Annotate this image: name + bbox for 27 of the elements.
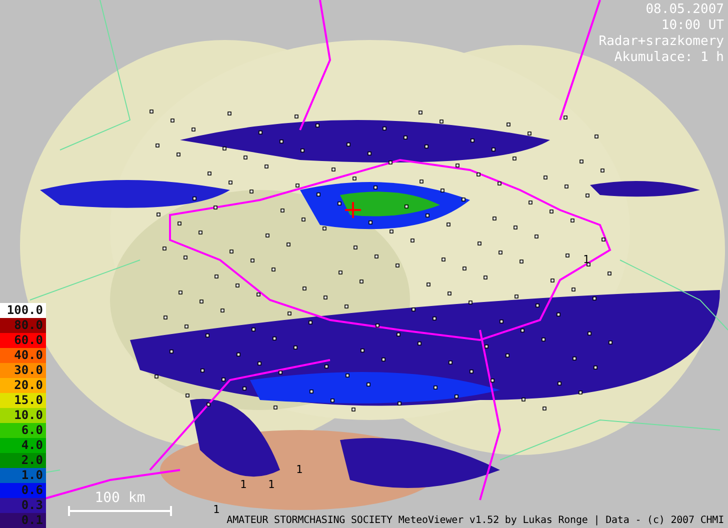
- legend-swatch: 6.0: [0, 423, 46, 438]
- legend-swatch: 10.0: [0, 408, 46, 423]
- legend-swatch: 0.6: [0, 483, 46, 498]
- legend-swatch: 0.1: [0, 513, 46, 528]
- legend-swatch: 0.3: [0, 498, 46, 513]
- footer-credit: AMATEUR STORMCHASING SOCIETY MeteoViewer v1.52 by Lukas Ronge | Data - (c) 2007 CHMI: [226, 515, 724, 526]
- gauge-value: 1: [583, 253, 590, 266]
- date-label: 08.05.2007: [646, 2, 724, 18]
- legend-swatch: 100.0: [0, 303, 46, 318]
- time-label: 10:00 UT: [661, 18, 724, 34]
- scale-label: 100 km: [94, 490, 146, 506]
- scale-bar-icon: [68, 506, 172, 516]
- gauge-value: 1: [240, 478, 247, 491]
- legend-swatch: 40.0: [0, 348, 46, 363]
- legend-swatch: 80.0: [0, 318, 46, 333]
- legend-swatch: 30.0: [0, 363, 46, 378]
- gauge-value: 1: [268, 478, 275, 491]
- legend-swatch: 2.0: [0, 453, 46, 468]
- legend-swatch: 15.0: [0, 393, 46, 408]
- product-label: Radar+srazkomery: [598, 34, 724, 50]
- gauge-value: 1: [296, 463, 303, 476]
- gauge-value: 1: [213, 503, 220, 516]
- accumulation-label: Akumulace: 1 h: [614, 50, 724, 66]
- legend-swatch: 4.0: [0, 438, 46, 453]
- legend-swatch: 20.0: [0, 378, 46, 393]
- legend-swatch: 1.0: [0, 468, 46, 483]
- legend-swatch: 60.0: [0, 333, 46, 348]
